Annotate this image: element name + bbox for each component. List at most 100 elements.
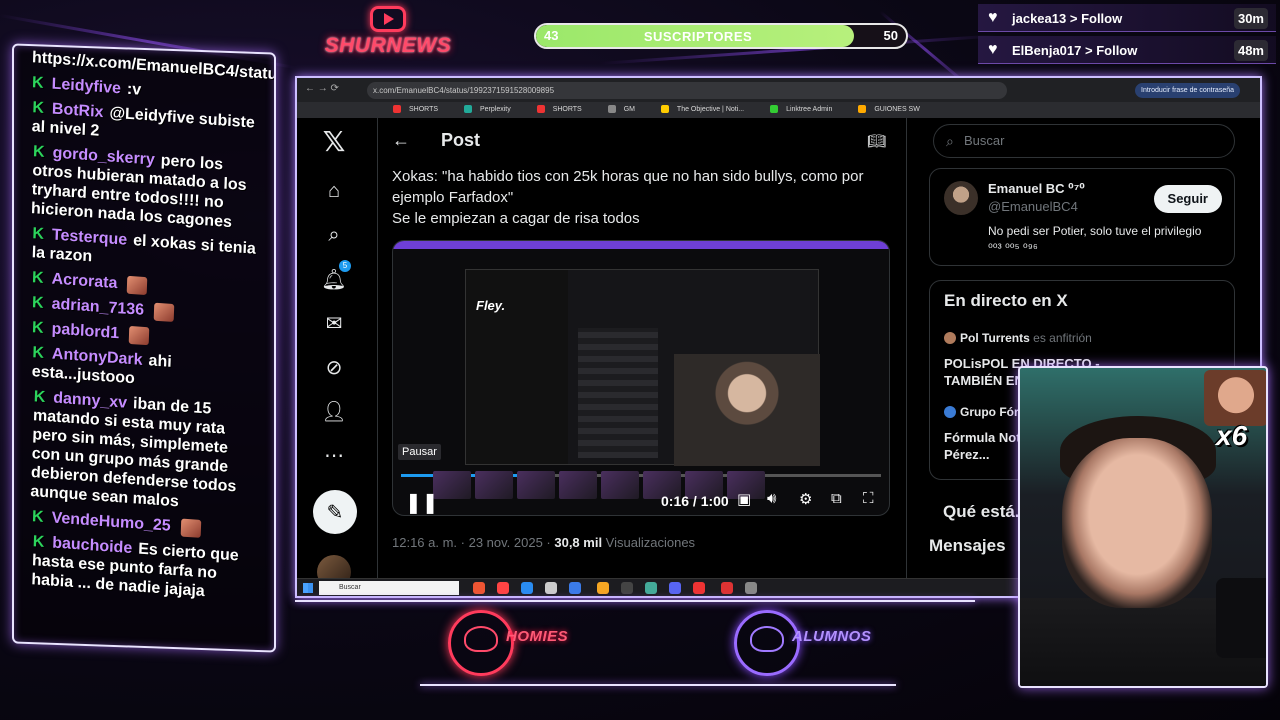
- chat-text: :v: [126, 80, 142, 99]
- decor-line: [420, 684, 896, 686]
- notifications-icon[interactable]: 🔔︎ 5: [319, 260, 351, 294]
- app-icon[interactable]: [669, 582, 681, 594]
- taskbar-search[interactable]: Buscar: [319, 581, 459, 595]
- grok-icon[interactable]: ⊘: [319, 352, 349, 382]
- app-icon[interactable]: [745, 582, 757, 594]
- fullscreen-icon[interactable]: ⛶: [863, 490, 874, 507]
- chat-text: [150, 302, 151, 319]
- post-meta: 12:16 a. m. · 23 nov. 2025 · 30,8 mil Vi…: [392, 535, 695, 550]
- play-icon: [370, 6, 406, 32]
- search-input[interactable]: ⌕ Buscar: [933, 124, 1235, 158]
- live-host[interactable]: Pol Turrents es anfitrión: [944, 331, 1092, 345]
- home-icon[interactable]: ⌂: [319, 176, 349, 206]
- search-icon[interactable]: ⌕: [319, 220, 349, 250]
- app-icon[interactable]: [569, 582, 581, 594]
- profile-handle[interactable]: @EmanuelBC4: [988, 199, 1078, 214]
- emote-icon: [153, 302, 175, 322]
- x-logo-icon[interactable]: 𝕏: [319, 126, 349, 157]
- bookmark-item[interactable]: SHORTS: [536, 105, 594, 114]
- nav-arrows-icon[interactable]: ← → ⟳: [305, 83, 339, 94]
- follow-time: 30m: [1233, 8, 1268, 29]
- address-bar[interactable]: x.com/EmanuelBC4/status/1992371591528009…: [367, 82, 1007, 99]
- post-views: 30,8 mil: [554, 535, 603, 550]
- app-icon[interactable]: [473, 582, 485, 594]
- app-icon[interactable]: [621, 582, 633, 594]
- stream-overlay: https://x.com/EmanuelBC4/status/19923715…: [0, 0, 1280, 720]
- password-button[interactable]: Introducir frase de contraseña: [1135, 83, 1240, 98]
- page-title: Post: [441, 130, 481, 150]
- back-arrow-icon[interactable]: ←: [392, 130, 410, 151]
- chat-username[interactable]: BotRix: [52, 101, 104, 122]
- kick-badge-icon: K: [32, 143, 45, 161]
- follow-user: ElBenja017: [1012, 43, 1082, 58]
- live-section-title: En directo en X: [944, 291, 1068, 310]
- windows-start-icon[interactable]: [303, 583, 313, 593]
- profile-name[interactable]: Emanuel BC ⁰⁷⁰: [988, 181, 1085, 197]
- video-person: [674, 354, 820, 466]
- kick-badge-icon: K: [31, 269, 44, 287]
- pause-icon[interactable]: ❚❚: [405, 490, 439, 515]
- follow-action: > Follow: [1069, 11, 1123, 26]
- emote-image: [1204, 370, 1266, 426]
- subscriber-goal: 50: [883, 28, 898, 43]
- profile-icon[interactable]: 👤︎: [319, 396, 349, 426]
- bookmark-item[interactable]: GUIONES SW: [858, 105, 932, 114]
- bookmark-item[interactable]: SHORTS: [393, 105, 450, 114]
- mask-icon: [464, 626, 498, 652]
- compose-post-button[interactable]: ✎: [313, 490, 357, 534]
- captions-icon[interactable]: ▣: [737, 490, 751, 508]
- chat-text: [123, 276, 124, 293]
- app-icon[interactable]: [497, 582, 509, 594]
- emote-icon: [127, 275, 148, 295]
- pause-tooltip: Pausar: [398, 444, 441, 460]
- chat-username[interactable]: adrian_7136: [51, 295, 144, 318]
- avatar[interactable]: [944, 181, 978, 215]
- messages-drawer[interactable]: Mensajes: [929, 536, 1006, 556]
- subscriber-goal-bar: 43 SUSCRIPTORES 50: [534, 23, 908, 49]
- bookmark-item[interactable]: GM: [607, 105, 647, 114]
- app-icon[interactable]: [597, 582, 609, 594]
- logo-text: SHURNEWS: [324, 34, 452, 57]
- more-icon[interactable]: ⋯: [319, 440, 349, 470]
- post-datetime[interactable]: 12:16 a. m. · 23 nov. 2025 ·: [392, 535, 554, 550]
- app-icon[interactable]: [693, 582, 705, 594]
- chat-username[interactable]: pablord1: [51, 320, 119, 342]
- homies-logo: HOMIES: [448, 606, 608, 680]
- pip-icon[interactable]: ⧉: [831, 490, 842, 507]
- post-column: ← Post 📖︎ Xokas: "ha habido tios con 25k…: [377, 118, 907, 578]
- video-table: [578, 328, 658, 458]
- kick-badge-icon: K: [32, 225, 45, 243]
- chat-username[interactable]: VendeHumo_25: [51, 509, 171, 534]
- kick-badge-icon: K: [32, 99, 45, 117]
- chat-panel: https://x.com/EmanuelBC4/status/19923715…: [12, 43, 276, 653]
- app-icon[interactable]: [721, 582, 733, 594]
- app-icon[interactable]: [545, 582, 557, 594]
- follow-button[interactable]: Seguir: [1153, 185, 1222, 213]
- x-sidebar-nav: 𝕏 ⌂ ⌕ 🔔︎ 5 ✉ ⊘ 👤︎ ⋯ ✎: [297, 118, 375, 589]
- bookmark-item[interactable]: Linktree Admin: [770, 105, 844, 114]
- browser-toolbar: ← → ⟳ x.com/EmanuelBC4/status/1992371591…: [297, 78, 1260, 102]
- bookmark-item[interactable]: Perplexity: [464, 105, 523, 114]
- app-icon[interactable]: [645, 582, 657, 594]
- bookmark-item[interactable]: The Objective | Noti...: [660, 105, 756, 114]
- kick-badge-icon: K: [32, 344, 45, 362]
- video-player[interactable]: Fley. Pausar ❚❚ 0:16 / 1:00 ▣ 🔊︎ ⚙ ⧉ ⛶: [392, 240, 890, 516]
- follow-action: > Follow: [1085, 43, 1138, 58]
- chat-username[interactable]: Leidyfive: [51, 75, 121, 97]
- chat-username[interactable]: Acrorata: [51, 270, 117, 292]
- settings-gear-icon[interactable]: ⚙: [799, 490, 812, 508]
- emote-icon: [180, 518, 201, 538]
- messages-icon[interactable]: ✉: [319, 308, 349, 338]
- chat-message: Kbauchoide Es cierto que hasta ese punto …: [31, 532, 261, 605]
- kick-badge-icon: K: [31, 508, 44, 526]
- streamer-face: [1062, 438, 1212, 608]
- video-thumbnails: [393, 471, 889, 499]
- emote-multiplier: x6: [1216, 420, 1248, 451]
- avatar: [944, 406, 956, 418]
- video-time: 0:16 / 1:00: [661, 493, 729, 509]
- app-icon[interactable]: [521, 582, 533, 594]
- volume-icon[interactable]: 🔊︎: [767, 490, 776, 507]
- reader-mode-icon[interactable]: 📖︎: [867, 132, 886, 150]
- chat-text: iban de 15 matando si esta muy rata pero…: [30, 395, 237, 511]
- kick-badge-icon: K: [31, 319, 44, 337]
